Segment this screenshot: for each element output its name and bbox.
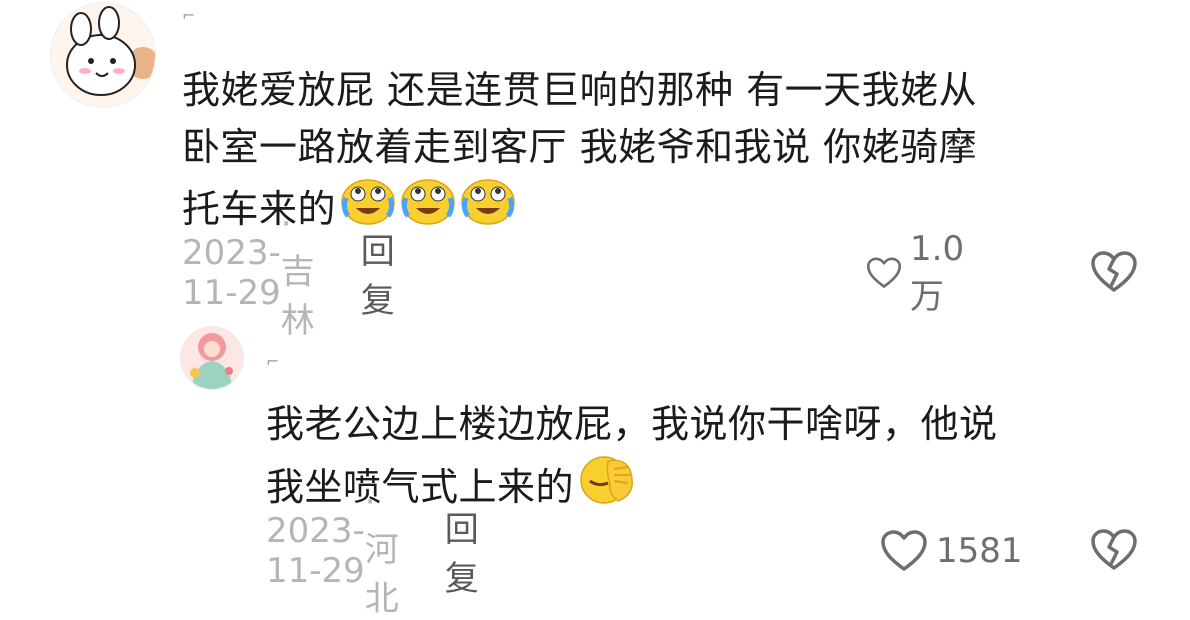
broken-heart-icon <box>1091 251 1137 292</box>
like-count: 1.0万 <box>910 228 965 317</box>
comment-text-line-end: 我坐喷气式上来的 <box>266 464 575 509</box>
comment-meta: 2023-11-29 · 吉林 回复 <box>182 204 395 341</box>
username[interactable]: ⌐ <box>266 352 279 371</box>
dislike-button[interactable] <box>1090 250 1138 298</box>
comment-text-line: 我坐喷气式上来的 <box>266 453 1166 521</box>
comment-meta: 2023-11-29 · 河北 回复 <box>266 482 479 619</box>
avatar[interactable] <box>180 326 244 390</box>
reply-button[interactable]: 回复 <box>445 502 479 600</box>
comment-location: · 吉林 <box>280 204 315 341</box>
comment-text: 我老公边上楼边放屁，我说你干啥呀，他说 我坐喷气式上来的 <box>266 396 1166 521</box>
comment-location: · 河北 <box>364 482 399 619</box>
broken-heart-icon <box>1091 529 1137 570</box>
comment-text: 我姥爱放屁 还是连贯巨响的那种 有一天我姥从 卧室一路放着走到客厅 我姥爷和我说… <box>182 62 1162 242</box>
comment-text-line: 托车来的 <box>182 176 1162 242</box>
username[interactable]: ⌐ <box>182 6 195 25</box>
crying-laughing-emoji-icon <box>400 176 456 242</box>
avatar-bunny-image <box>51 3 155 107</box>
heart-icon <box>881 530 927 571</box>
comment-date: 2023-11-29 <box>266 511 365 591</box>
reply-button[interactable]: 回复 <box>361 224 395 322</box>
crying-laughing-emoji-icon <box>460 176 516 242</box>
comment-text-line: 我姥爱放屁 还是连贯巨响的那种 有一天我姥从 <box>182 68 978 112</box>
comment-text-line: 我老公边上楼边放屁，我说你干啥呀，他说 <box>266 402 998 446</box>
comment-text-line: 卧室一路放着走到客厅 我姥爷和我说 你姥骑摩 <box>182 125 978 169</box>
like-count: 1581 <box>936 531 1023 571</box>
heart-icon <box>866 257 902 288</box>
avatar-girl-image <box>181 327 243 389</box>
like-button[interactable]: 1581 <box>880 526 1023 576</box>
like-button[interactable]: 1.0万 <box>866 229 976 317</box>
comment-date: 2023-11-29 <box>182 233 281 313</box>
dislike-button[interactable] <box>1090 528 1138 576</box>
avatar[interactable] <box>50 2 156 108</box>
facepalm-emoji-icon <box>578 453 636 521</box>
